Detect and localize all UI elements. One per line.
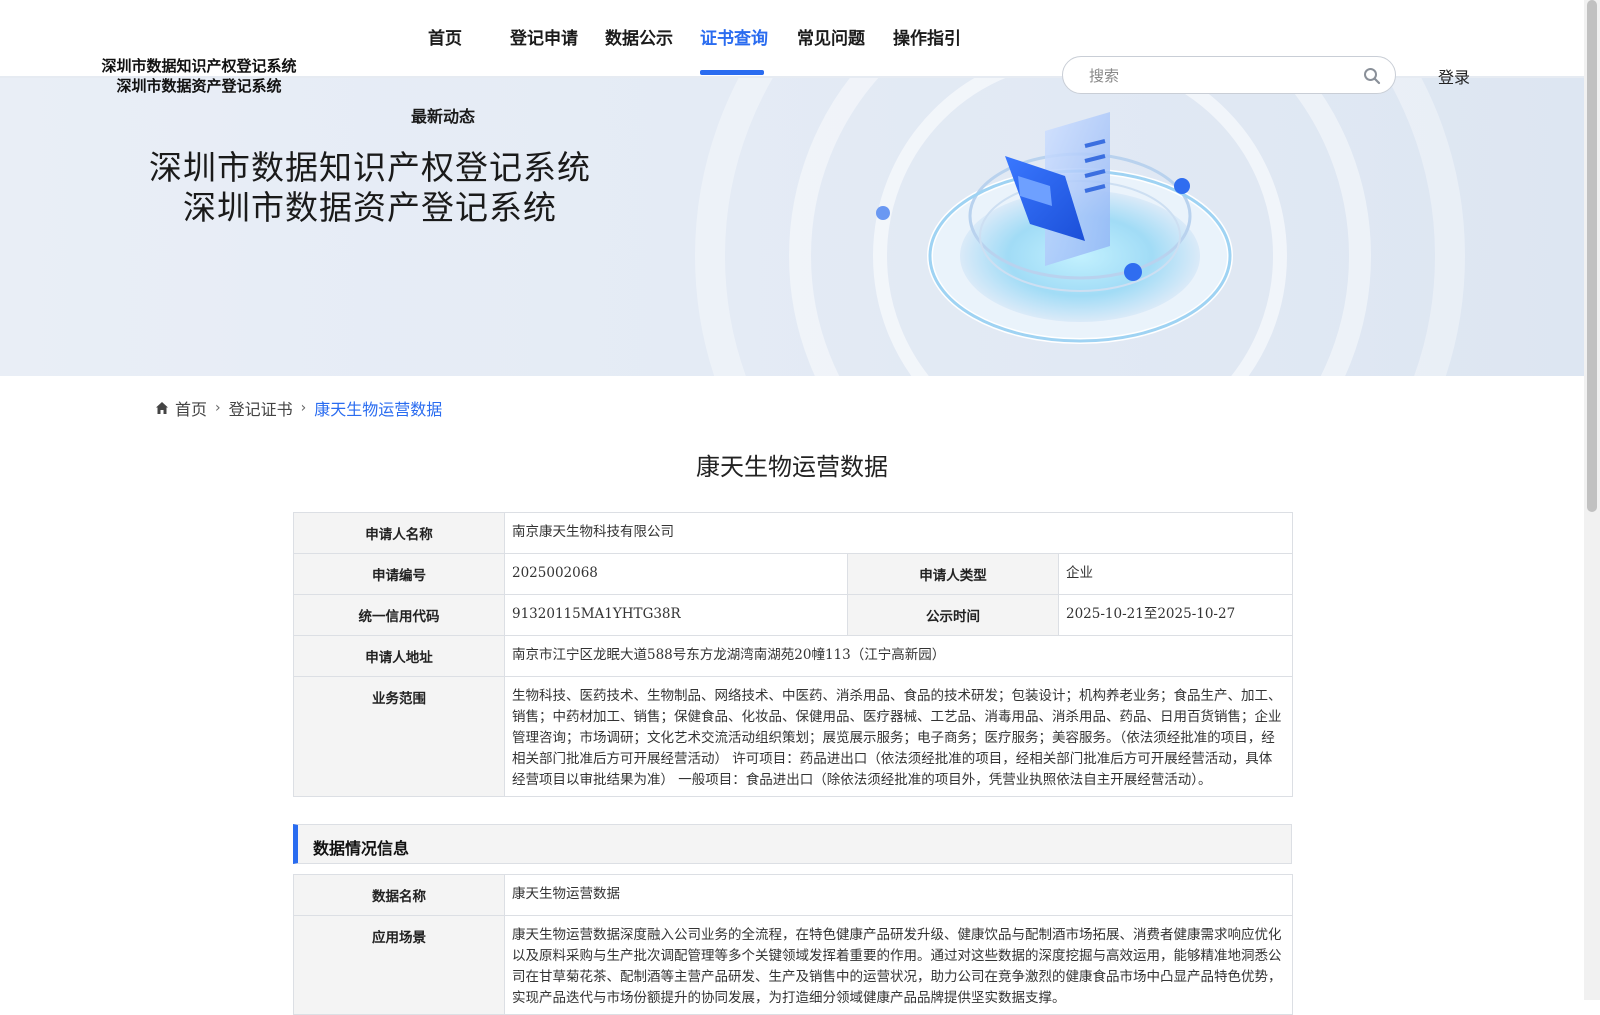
publicity-time-label: 公示时间 xyxy=(847,594,1059,636)
table-row: 业务范围 生物科技、医药技术、生物制品、网络技术、中医药、消杀用品、食品的技术研… xyxy=(293,676,1293,797)
business-scope-value: 生物科技、医药技术、生物制品、网络技术、中医药、消杀用品、食品的技术研发；包装设… xyxy=(504,676,1293,797)
home-icon xyxy=(156,402,168,414)
hero-banner: 深圳市数据知识产权登记系统 深圳市数据资产登记系统 xyxy=(0,76,1584,376)
logo-line-2: 深圳市数据资产登记系统 xyxy=(116,77,282,95)
login-link[interactable]: 登录 xyxy=(1438,64,1470,88)
table-row: 申请人名称 南京康天生物科技有限公司 xyxy=(293,512,1293,554)
applicant-name-value: 南京康天生物科技有限公司 xyxy=(504,512,1293,554)
chevron-right-icon: › xyxy=(215,400,221,416)
nav-news[interactable]: 最新动态 xyxy=(411,103,475,127)
applicant-type-label: 申请人类型 xyxy=(847,553,1059,595)
banner-title: 深圳市数据知识产权登记系统 深圳市数据资产登记系统 xyxy=(140,148,600,228)
site-logo[interactable]: 深圳市数据知识产权登记系统 深圳市数据资产登记系统 xyxy=(84,56,314,96)
breadcrumb-certificates[interactable]: 登记证书 xyxy=(229,396,293,420)
nav-home[interactable]: 首页 xyxy=(428,24,462,49)
applicant-info-table: 申请人名称 南京康天生物科技有限公司 申请编号 2025002068 申请人类型… xyxy=(293,512,1293,797)
nav-certificate[interactable]: 证书查询 xyxy=(700,24,768,49)
table-row: 申请编号 2025002068 申请人类型 企业 xyxy=(293,553,1293,595)
nav-guide[interactable]: 操作指引 xyxy=(893,24,961,49)
search-box[interactable] xyxy=(1062,56,1396,94)
table-row: 数据名称 康天生物运营数据 xyxy=(293,874,1293,916)
table-row: 统一信用代码 91320115MA1YHTG38R 公示时间 2025-10-2… xyxy=(293,594,1293,636)
applicant-address-label: 申请人地址 xyxy=(293,635,505,677)
data-name-label: 数据名称 xyxy=(293,874,505,916)
section-heading: 数据情况信息 xyxy=(313,839,410,858)
nav-publicity[interactable]: 数据公示 xyxy=(605,24,673,49)
nav-register[interactable]: 登记申请 xyxy=(510,24,578,49)
page-scrollbar[interactable] xyxy=(1584,0,1600,1000)
application-number-value: 2025002068 xyxy=(504,553,848,595)
breadcrumb: 首页 › 登记证书 › 康天生物运营数据 xyxy=(155,396,442,420)
logo-line-1: 深圳市数据知识产权登记系统 xyxy=(101,57,297,75)
publicity-time-value: 2025-10-21至2025-10-27 xyxy=(1058,594,1293,636)
page-title: 康天生物运营数据 xyxy=(696,453,888,481)
applicant-name-label: 申请人名称 xyxy=(293,512,505,554)
business-scope-label: 业务范围 xyxy=(293,676,505,797)
search-input[interactable] xyxy=(1087,64,1341,88)
applicant-type-value: 企业 xyxy=(1058,553,1293,595)
scrollbar-thumb[interactable] xyxy=(1587,0,1597,512)
breadcrumb-home[interactable]: 首页 xyxy=(175,396,207,420)
nav-faq[interactable]: 常见问题 xyxy=(797,24,865,49)
active-nav-indicator xyxy=(700,70,764,75)
applicant-address-value: 南京市江宁区龙眠大道588号东方龙湖湾南湖苑20幢113（江宁高新园） xyxy=(504,635,1293,677)
application-number-label: 申请编号 xyxy=(293,553,505,595)
data-name-value: 康天生物运营数据 xyxy=(504,874,1293,916)
data-info-section-header: 数据情况信息 xyxy=(293,824,1292,864)
credit-code-label: 统一信用代码 xyxy=(293,594,505,636)
breadcrumb-current[interactable]: 康天生物运营数据 xyxy=(314,396,442,420)
credit-code-value: 91320115MA1YHTG38R xyxy=(504,594,848,636)
chevron-right-icon: › xyxy=(300,400,307,416)
table-row: 申请人地址 南京市江宁区龙眠大道588号东方龙湖湾南湖苑20幢113（江宁高新园… xyxy=(293,635,1293,677)
banner-title-line-2: 深圳市数据资产登记系统 xyxy=(183,188,557,227)
search-icon[interactable] xyxy=(1363,67,1381,85)
banner-title-line-1: 深圳市数据知识产权登记系统 xyxy=(149,148,591,187)
data-info-table: 数据名称 康天生物运营数据 应用场景 康天生物运营数据深度融入公司业务的全流程，… xyxy=(293,874,1293,1015)
